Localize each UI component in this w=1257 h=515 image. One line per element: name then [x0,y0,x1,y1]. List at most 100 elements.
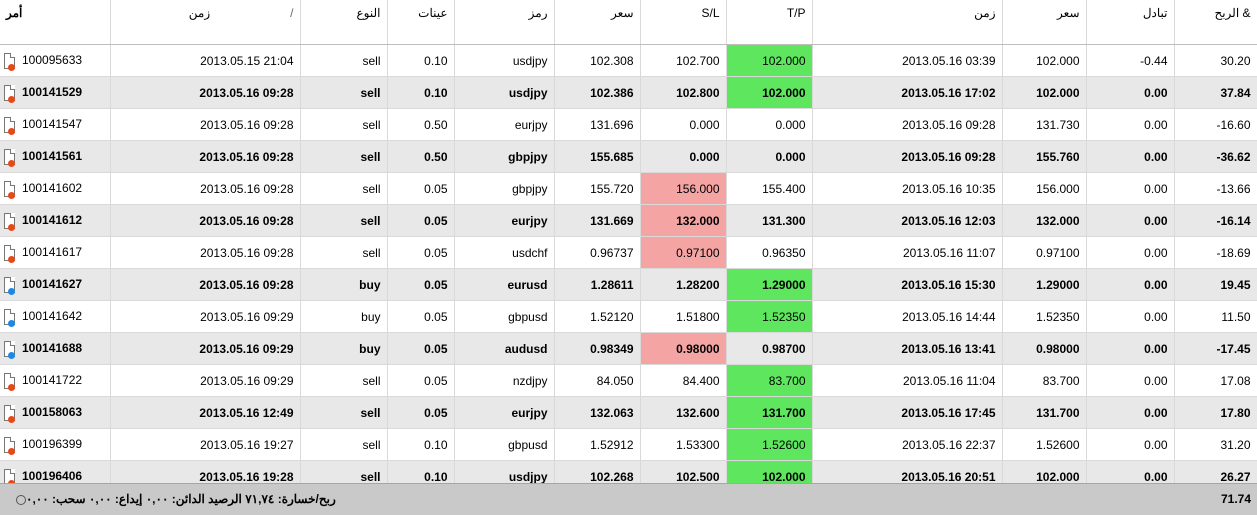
account-summary-bar: ربح/خسارة: ٧١,٧٤ الرصيد الدائن: ٠,٠٠ إيد… [0,483,1257,515]
profit-cell: 19.45 [1174,268,1257,301]
open-price-cell: 84.050 [554,364,641,397]
size-cell: 0.10 [387,428,455,461]
column-header-swap[interactable]: تبادل [1086,0,1175,45]
column-header-open-price[interactable]: سعر [554,0,641,45]
swap-cell: 0.00 [1086,204,1175,237]
column-header-open-time[interactable]: زمن / [110,0,301,45]
size-cell: 0.05 [387,172,455,205]
tp-cell: 1.29000 [726,268,813,301]
order-number: 100196399 [22,436,83,451]
open-price-cell: 155.685 [554,140,641,173]
profit-cell: -16.14 [1174,204,1257,237]
table-row[interactable]: 100196399 2013.05.16 19:27 sell 0.10 gbpusd 1… [0,428,1257,461]
symbol-cell: usdjpy [454,44,555,77]
type-cell: buy [300,300,388,333]
column-header-tp[interactable]: T/P [726,0,813,45]
tp-cell: 0.000 [726,140,813,173]
table-row[interactable]: 100141722 2013.05.16 09:29 sell 0.05 nzdjpy 8… [0,364,1257,397]
order-number: 100141627 [22,276,83,291]
table-row[interactable]: 100141547 2013.05.16 09:28 sell 0.50 eurjpy 1… [0,108,1257,141]
profit-cell: -36.62 [1174,140,1257,173]
open-time-cell: 2013.05.16 09:28 [110,172,301,205]
column-header-type[interactable]: النوع [300,0,388,45]
order-cell: 100141529 [0,76,111,109]
swap-cell: 0.00 [1086,364,1175,397]
open-price-cell: 131.696 [554,108,641,141]
close-price-cell: 155.760 [1002,140,1087,173]
swap-cell: 0.00 [1086,108,1175,141]
buy-doc-icon [4,340,15,359]
sl-cell: 156.000 [640,172,727,205]
table-row[interactable]: 100141642 2013.05.16 09:29 buy 0.05 gbpusd 1.… [0,300,1257,333]
open-price-cell: 155.720 [554,172,641,205]
size-cell: 0.10 [387,76,455,109]
order-number: 100141602 [22,180,83,195]
symbol-cell: usdchf [454,236,555,269]
close-price-cell: 83.700 [1002,364,1087,397]
table-row[interactable]: 100095633 2013.05.15 21:04 sell 0.10 usdjpy 1… [0,44,1257,77]
table-row[interactable]: 100158063 2013.05.16 12:49 sell 0.05 eurjpy 1… [0,396,1257,429]
table-row[interactable]: 100141529 2013.05.16 09:28 sell 0.10 usdjpy 1… [0,76,1257,109]
close-price-cell: 156.000 [1002,172,1087,205]
swap-cell: 0.00 [1086,268,1175,301]
swap-cell: 0.00 [1086,300,1175,333]
symbol-cell: nzdjpy [454,364,555,397]
close-price-cell: 1.29000 [1002,268,1087,301]
column-header-profit[interactable]: الربح & [1174,0,1257,45]
column-header-symbol[interactable]: رمز [454,0,555,45]
column-header-size[interactable]: عينات [387,0,455,45]
profit-cell: 30.20 [1174,44,1257,77]
close-time-cell: 2013.05.16 22:37 [812,428,1003,461]
profit-cell: 11.50 [1174,300,1257,333]
profit-cell: 31.20 [1174,428,1257,461]
tp-cell: 1.52350 [726,300,813,333]
close-time-cell: 2013.05.16 12:03 [812,204,1003,237]
sl-cell: 1.53300 [640,428,727,461]
close-time-cell: 2013.05.16 13:41 [812,332,1003,365]
close-time-cell: 2013.05.16 11:04 [812,364,1003,397]
size-cell: 0.10 [387,44,455,77]
open-price-cell: 1.52912 [554,428,641,461]
sl-cell: 1.51800 [640,300,727,333]
symbol-cell: usdjpy [454,76,555,109]
sell-doc-icon [4,180,15,199]
column-header-sl[interactable]: S/L [640,0,727,45]
column-header-order[interactable]: أمر [0,0,111,45]
close-time-cell: 2013.05.16 10:35 [812,172,1003,205]
symbol-cell: eurjpy [454,396,555,429]
column-header-close-time[interactable]: زمن [812,0,1003,45]
order-cell: 100141688 [0,332,111,365]
open-time-cell: 2013.05.16 09:29 [110,364,301,397]
order-cell: 100141617 [0,236,111,269]
order-number: 100141561 [22,148,83,163]
sl-cell: 102.700 [640,44,727,77]
sl-cell: 84.400 [640,364,727,397]
order-number: 100095633 [22,52,83,67]
table-row[interactable]: 100141602 2013.05.16 09:28 sell 0.05 gbpjpy 1… [0,172,1257,205]
type-cell: sell [300,44,388,77]
close-time-cell: 2013.05.16 14:44 [812,300,1003,333]
order-number: 100141688 [22,340,83,355]
sl-cell: 0.97100 [640,236,727,269]
order-number: 100158063 [22,404,83,419]
table-row[interactable]: 100141561 2013.05.16 09:28 sell 0.50 gbpjpy 1… [0,140,1257,173]
swap-cell: 0.00 [1086,428,1175,461]
swap-cell: 0.00 [1086,236,1175,269]
close-price-cell: 0.98000 [1002,332,1087,365]
total-profit: 71.74 [1220,492,1251,506]
type-cell: sell [300,140,388,173]
tp-cell: 1.52600 [726,428,813,461]
sell-doc-icon [4,52,15,71]
tp-cell: 0.96350 [726,236,813,269]
table-row[interactable]: 100141627 2013.05.16 09:28 buy 0.05 eurusd 1.… [0,268,1257,301]
swap-cell: -0.44 [1086,44,1175,77]
tp-cell: 131.700 [726,396,813,429]
size-cell: 0.05 [387,396,455,429]
column-header-close-price[interactable]: سعر [1002,0,1087,45]
close-price-cell: 131.700 [1002,396,1087,429]
table-row[interactable]: 100141688 2013.05.16 09:29 buy 0.05 audusd 0.… [0,332,1257,365]
table-row[interactable]: 100141617 2013.05.16 09:28 sell 0.05 usdchf 0… [0,236,1257,269]
open-time-cell: 2013.05.16 19:27 [110,428,301,461]
table-row[interactable]: 100141612 2013.05.16 09:28 sell 0.05 eurjpy 1… [0,204,1257,237]
sl-cell: 132.600 [640,396,727,429]
